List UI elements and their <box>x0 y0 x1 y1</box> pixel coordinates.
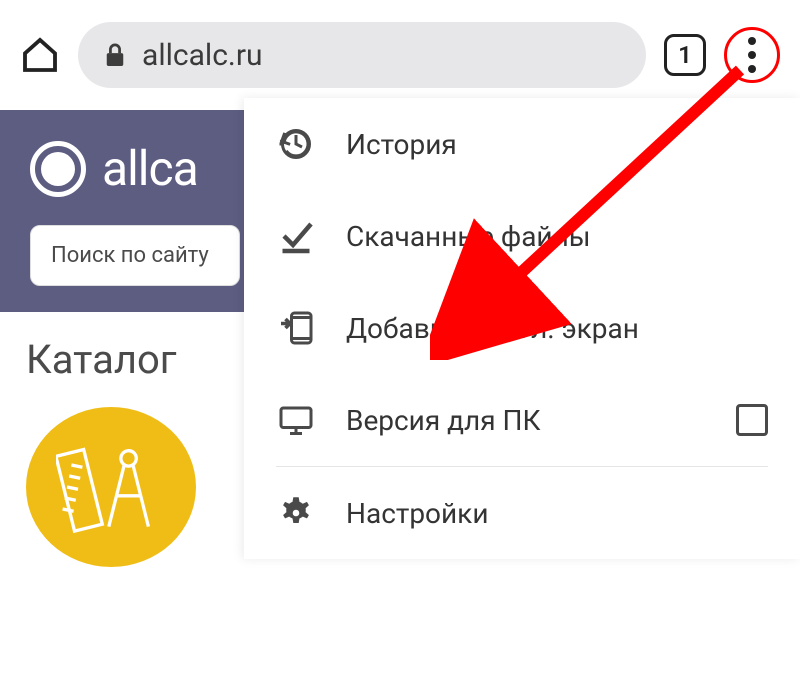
history-icon <box>276 126 316 162</box>
home-button[interactable] <box>20 35 60 75</box>
ruler-compass-icon <box>26 407 196 567</box>
desktop-icon <box>276 402 316 438</box>
more-menu-button[interactable] <box>724 27 780 83</box>
kebab-dot <box>748 51 756 59</box>
tabs-count: 1 <box>678 41 692 69</box>
browser-overflow-menu: История Скачанные файлы Добавить на гл. … <box>244 98 800 559</box>
gear-icon <box>276 495 316 531</box>
menu-label: Версия для ПК <box>346 404 541 437</box>
tabs-button[interactable]: 1 <box>664 34 706 76</box>
menu-item-add-to-home[interactable]: Добавить на гл. экран <box>244 282 800 374</box>
brand-text: allca <box>102 140 198 197</box>
kebab-dot <box>748 65 756 73</box>
address-bar[interactable]: allcalc.ru <box>78 22 646 88</box>
browser-top-bar: allcalc.ru 1 <box>0 0 800 110</box>
kebab-dot <box>748 37 756 45</box>
url-text: allcalc.ru <box>142 38 263 73</box>
catalog-tile[interactable] <box>26 407 196 607</box>
home-icon <box>20 35 60 75</box>
menu-label: Настройки <box>346 497 488 530</box>
menu-label: Скачанные файлы <box>346 220 591 253</box>
menu-item-settings[interactable]: Настройки <box>244 467 800 559</box>
menu-item-downloads[interactable]: Скачанные файлы <box>244 190 800 282</box>
menu-item-desktop-site[interactable]: Версия для ПК <box>244 374 800 466</box>
desktop-site-checkbox[interactable] <box>736 404 768 436</box>
menu-label: Добавить на гл. экран <box>346 312 639 345</box>
menu-label: История <box>346 128 457 161</box>
brand-logo-icon <box>30 141 86 197</box>
download-done-icon <box>276 218 316 254</box>
add-to-home-icon <box>276 310 316 346</box>
lock-icon <box>104 41 126 69</box>
menu-item-history[interactable]: История <box>244 98 800 190</box>
